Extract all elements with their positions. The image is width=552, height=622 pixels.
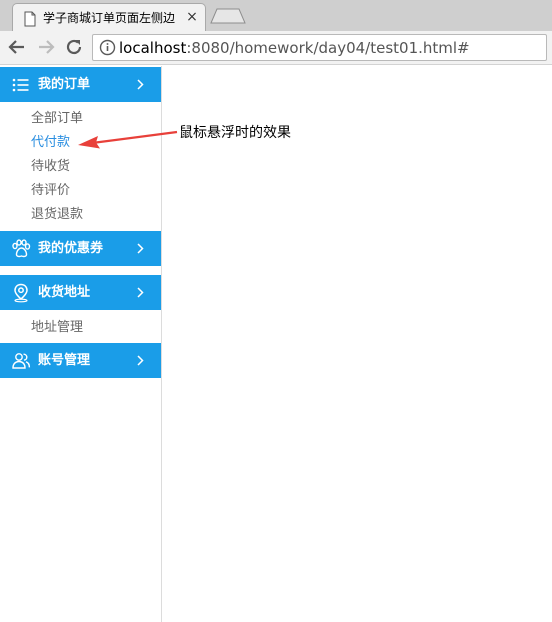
- section-label: 收货地址: [38, 285, 91, 300]
- url-path: :8080/homework/day04/test01.html#: [186, 39, 470, 57]
- address-bar[interactable]: localhost:8080/homework/day04/test01.htm…: [92, 34, 547, 61]
- url-text: localhost:8080/homework/day04/test01.htm…: [119, 39, 470, 57]
- section-my-orders[interactable]: 我的订单: [0, 67, 161, 102]
- chevron-right-icon: [137, 79, 144, 90]
- section-label: 我的订单: [38, 77, 91, 92]
- new-tab-button[interactable]: [210, 8, 246, 24]
- tab-title: 学子商城订单页面左侧边: [43, 11, 176, 25]
- location-pin-icon: [14, 283, 28, 303]
- sidebar-item-returns[interactable]: 退货退款: [31, 206, 83, 223]
- sidebar-item-all-orders[interactable]: 全部订单: [31, 110, 83, 127]
- browser-tab-strip: 学子商城订单页面左侧边 ×: [0, 0, 552, 31]
- list-icon: [12, 78, 29, 92]
- chevron-right-icon: [137, 355, 144, 366]
- section-my-coupons[interactable]: 我的优惠券: [0, 231, 161, 266]
- sidebar-item-address-management[interactable]: 地址管理: [31, 319, 83, 336]
- back-arrow-icon[interactable]: [6, 36, 28, 58]
- forward-arrow-icon[interactable]: [35, 36, 57, 58]
- annotation-caption: 鼠标悬浮时的效果: [179, 125, 291, 141]
- info-icon[interactable]: [99, 39, 116, 56]
- chevron-right-icon: [137, 287, 144, 298]
- section-label: 账号管理: [38, 353, 91, 368]
- document-icon: [24, 11, 36, 27]
- users-icon: [12, 353, 31, 369]
- tab-close-button[interactable]: ×: [184, 9, 200, 25]
- section-label: 我的优惠券: [38, 241, 104, 256]
- sidebar-item-pending-review[interactable]: 待评价: [31, 182, 70, 199]
- section-account-management[interactable]: 账号管理: [0, 343, 161, 378]
- paw-icon: [12, 239, 31, 258]
- section-shipping-address[interactable]: 收货地址: [0, 275, 161, 310]
- sidebar-item-pending-receipt[interactable]: 待收货: [31, 158, 70, 175]
- browser-toolbar: localhost:8080/homework/day04/test01.htm…: [0, 31, 552, 65]
- annotation-arrow-icon: [78, 130, 178, 149]
- sidebar-item-pending-payment[interactable]: 代付款: [31, 134, 70, 151]
- reload-icon[interactable]: [63, 36, 85, 58]
- browser-tab[interactable]: 学子商城订单页面左侧边 ×: [12, 3, 206, 31]
- chevron-right-icon: [137, 243, 144, 254]
- url-host: localhost: [119, 39, 187, 57]
- page-content: 我的订单 全部订单 代付款 待收货 待评价 退货退款 我的优惠券 收货地址 地址…: [0, 66, 552, 622]
